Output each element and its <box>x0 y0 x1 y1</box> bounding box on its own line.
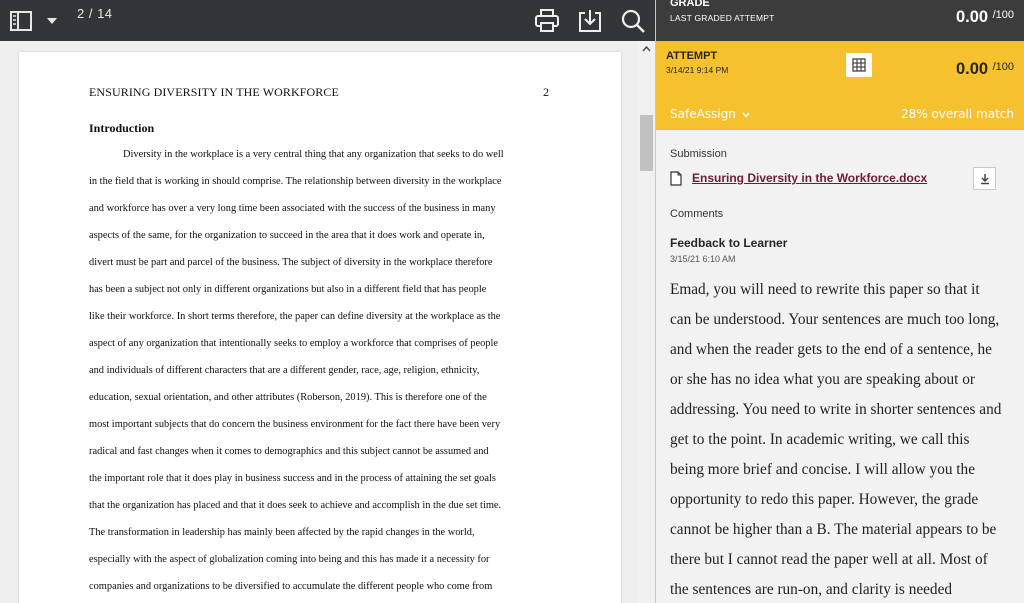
attempt-date: 3/14/21 9:14 PM <box>666 65 729 75</box>
sidebar-toggle-icon[interactable] <box>8 0 34 41</box>
viewer-scrollbar[interactable] <box>638 41 655 603</box>
feedback-line: cannot be higher than a B. The material … <box>670 521 997 538</box>
document-line: like their workforce. In short terms the… <box>89 311 501 322</box>
document-line: aspect of any organization that intentio… <box>89 338 498 349</box>
dropdown-arrow-icon[interactable] <box>44 0 60 41</box>
document-line: radical and fast changes when it comes t… <box>89 446 489 457</box>
comments-label: Comments <box>670 208 724 220</box>
document-line: companies and organizations to be divers… <box>89 581 493 592</box>
safeassign-dropdown[interactable]: SafeAssign <box>670 107 750 121</box>
document-page: ENSURING DIVERSITY IN THE WORKFORCE 2 In… <box>19 52 621 603</box>
safeassign-label: SafeAssign <box>670 107 736 121</box>
document-line: The transformation in leadership has mai… <box>89 527 475 538</box>
grid-icon[interactable] <box>846 53 872 77</box>
feedback-date: 3/15/21 6:10 AM <box>670 254 736 264</box>
feedback-line: and when the reader gets to the end of a… <box>670 341 992 358</box>
document-line: most important subjects that do concern … <box>89 419 501 430</box>
feedback-line: can be understood. Your sentences are mu… <box>670 311 1000 328</box>
feedback-line: opportunity to redo this paper. However,… <box>670 491 979 508</box>
document-line: especially with the aspect of globalizat… <box>89 554 490 565</box>
page-number: 2 <box>543 85 549 99</box>
attempt-score-max: /100 <box>992 61 1014 73</box>
grade-subtitle: LAST GRADED ATTEMPT <box>670 13 775 23</box>
search-icon[interactable] <box>619 0 647 41</box>
feedback-line: the sentences are run-on, and clarity is… <box>670 581 953 598</box>
section-heading: Introduction <box>89 121 155 135</box>
feedback-line: addressing. You need to write in shorter… <box>670 401 1002 418</box>
grade-score-max: /100 <box>992 9 1014 21</box>
print-icon[interactable] <box>533 0 561 41</box>
attempt-score: 0.00 /100 <box>956 60 1014 79</box>
grading-panel: GRADE LAST GRADED ATTEMPT 0.00 /100 ATTE… <box>655 0 1024 603</box>
download-icon[interactable] <box>973 167 996 190</box>
document-line: that the organization has placed and tha… <box>89 500 502 511</box>
feedback-line: get to the point. In academic writing, w… <box>670 431 970 448</box>
document-line: the important role that it does play in … <box>89 473 496 484</box>
grade-score: 0.00 /100 <box>956 8 1014 27</box>
feedback-title: Feedback to Learner <box>670 236 788 250</box>
viewer-toolbar: 2 / 14 <box>0 0 655 41</box>
download-icon[interactable] <box>576 0 604 41</box>
scroll-up-icon[interactable] <box>638 41 655 57</box>
running-head: ENSURING DIVERSITY IN THE WORKFORCE <box>89 85 339 99</box>
attempt-card[interactable]: ATTEMPT 3/14/21 9:14 PM 0.00 /100 SafeAs… <box>656 41 1024 130</box>
feedback-line: being more brief and concise. I will all… <box>670 461 975 478</box>
grade-summary: GRADE LAST GRADED ATTEMPT 0.00 /100 <box>656 0 1024 41</box>
document-line: and individuals of different characters … <box>89 365 480 376</box>
feedback-line: there but I cannot read the paper well a… <box>670 551 988 568</box>
document-line: education, sexual orientation, and other… <box>89 392 487 403</box>
grade-score-value: 0.00 <box>956 8 989 26</box>
document-line: Diversity in the workplace is a very cen… <box>123 149 504 160</box>
document-line: and workforce has over a very long time … <box>89 203 496 214</box>
scroll-thumb[interactable] <box>640 115 653 171</box>
document-line: has been a subject not only in different… <box>89 284 487 295</box>
pdf-viewer: 2 / 14 ENSURING DIVERSITY IN THE WORKFOR… <box>0 0 655 603</box>
submission-label: Submission <box>670 148 727 160</box>
document-line: aspects of the same, for the organizatio… <box>89 230 485 241</box>
feedback-line: or she has no idea what you are speaking… <box>670 371 975 388</box>
feedback-line: Emad, you will need to rewrite this pape… <box>670 281 980 298</box>
attempt-title: ATTEMPT <box>666 50 718 62</box>
attempt-score-value: 0.00 <box>956 60 989 78</box>
chevron-down-icon <box>742 112 750 118</box>
document-line: in the field that is working in should c… <box>89 176 502 187</box>
submission-file-link[interactable]: Ensuring Diversity in the Workforce.docx <box>692 171 927 185</box>
overall-match: 28% overall match <box>900 107 1014 121</box>
document-line: divert must be part and parcel of the bu… <box>89 257 493 268</box>
page-indicator: 2 / 14 <box>77 6 113 21</box>
document-icon <box>670 171 682 191</box>
grade-title: GRADE <box>670 0 710 9</box>
